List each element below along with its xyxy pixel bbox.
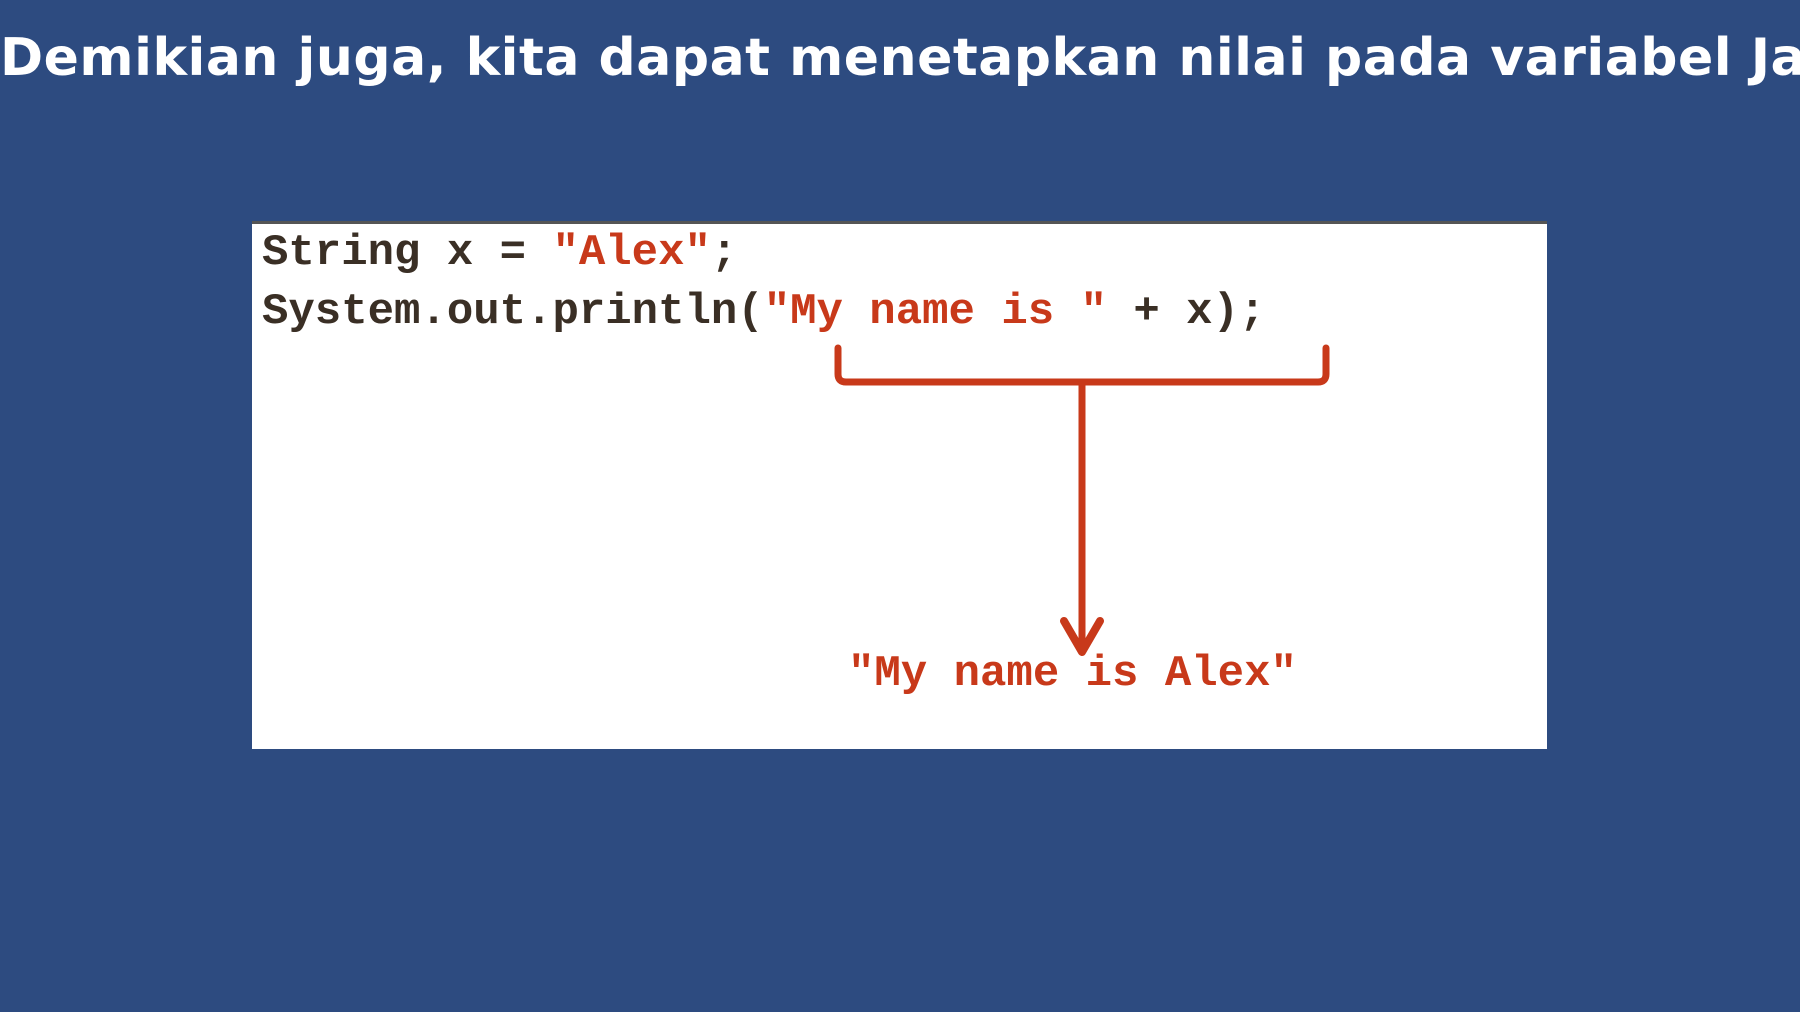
code-panel: String x = "Alex"; System.out.println("M… [252, 221, 1547, 749]
slide-title: Demikian juga, kita dapat menetapkan nil… [0, 28, 1800, 88]
result-output: "My name is Alex" [848, 649, 1297, 699]
bracket-icon [834, 344, 1330, 386]
